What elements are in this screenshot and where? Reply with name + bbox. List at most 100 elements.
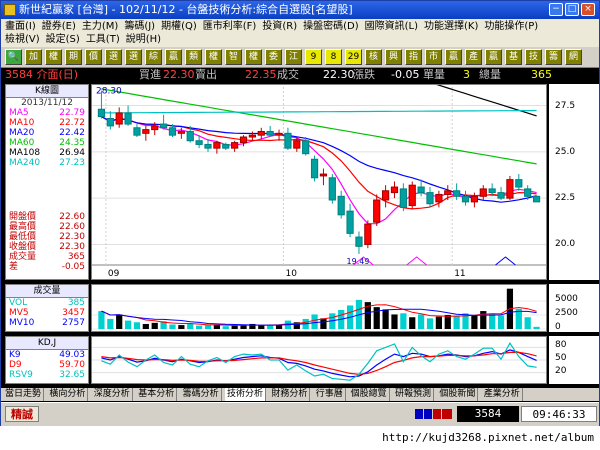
toolbar-button[interactable]: 9 [305,49,322,65]
toolbar-button[interactable]: 價 [85,49,102,65]
tab-item[interactable]: 研報預測 [393,388,435,401]
legend-row: MV5 3457 [6,308,88,318]
toolbar-button[interactable]: 選 [105,49,122,65]
axis-tick-label: 5000 [555,294,578,304]
legend-value: 26.94 [59,148,85,158]
menu-item[interactable]: 證券(E) [42,21,76,32]
toolbar-button[interactable]: 興 [385,49,402,65]
toolbar-button[interactable]: 29 [345,49,362,65]
menu-item[interactable]: 畫面(I) [5,21,36,32]
toolbar-button[interactable]: 核 [365,49,382,65]
legend-value: 49.03 [59,350,85,360]
menu-item[interactable]: 投資(R) [262,21,297,32]
current-stock-code[interactable]: 3584 [457,406,519,422]
volume-bar [426,318,434,329]
toolbar-button[interactable]: 網 [565,49,582,65]
candle-body [444,190,452,195]
ma-line-ma10 [101,116,537,210]
tab-item[interactable]: 橫向分析 [47,388,89,401]
menu-row-primary: 畫面(I) 證券(E) 主力(M) 籌碼(J) 期權(Q) 匯市利率(F) 投資(R) 操盤密… [5,20,544,33]
candle-body [426,192,434,205]
legend-row: 差 -0.05 [6,262,88,272]
menu-item[interactable]: 籌碼(J) [124,21,155,32]
menu-item[interactable]: 主力(M) [82,21,118,32]
toolbar-button[interactable]: 🔍 [5,49,22,65]
toolbar-button[interactable]: 類 [185,49,202,65]
volume-bar [187,323,194,329]
tab-item[interactable]: 個股新聞 [437,388,479,401]
toolbar-button[interactable]: 產 [465,49,482,65]
menu-item[interactable]: 期權(Q) [161,21,197,32]
menu-item[interactable]: 工具(T) [86,34,120,45]
kd-header[interactable]: KD,J [6,337,88,350]
toolbar-button[interactable]: 委 [265,49,282,65]
broker-button[interactable]: 精誠 [5,406,39,422]
high-price-label: 28.30 [96,87,122,97]
toolbar-button[interactable]: 智 [225,49,242,65]
menu-item[interactable]: 功能選擇(K) [424,21,478,32]
legend-row: 收盤價 22.30 [6,242,88,252]
toolbar-button[interactable]: 市 [425,49,442,65]
tab-item[interactable]: 產業分析 [482,388,523,401]
legend-name: MA10 [9,118,35,128]
toolbar-button[interactable]: 籌 [545,49,562,65]
close-button[interactable]: × [581,3,595,16]
candle-body [159,123,168,129]
menu-item[interactable]: 匯市利率(F) [203,21,257,32]
legend-name: VOL [9,298,28,308]
toolbar-button[interactable]: 贏 [485,49,502,65]
toolbar-button[interactable]: 期 [65,49,82,65]
menu-item[interactable]: 功能操作(P) [484,21,538,32]
menu-item[interactable]: 操盤密碼(D) [303,21,359,32]
legend-value: 24.35 [59,138,85,148]
kd-panel[interactable] [91,336,547,384]
toolbar-button[interactable]: 8 [325,49,342,65]
app-logo-icon [4,4,16,16]
menu-item[interactable]: 國際資訊(L) [365,21,418,32]
tab-item[interactable]: 當日走勢 [3,388,45,401]
toolbar-button[interactable]: 選 [125,49,142,65]
tab-item[interactable]: 行事曆 [314,388,346,401]
menu-item[interactable]: 設定(S) [46,34,80,45]
stock-code-name: 3584 介面(日) [5,68,79,81]
kline-header[interactable]: K線圖 [6,85,88,98]
toolbar-button[interactable]: 指 [405,49,422,65]
toolbar-button[interactable]: 權 [45,49,62,65]
minimize-button[interactable]: − [549,3,563,16]
toolbar-button[interactable]: 技 [525,49,542,65]
menu-item[interactable]: 檢視(V) [5,34,40,45]
toolbar-button[interactable]: 贏 [165,49,182,65]
connection-signal-icon [415,409,452,419]
kline-panel[interactable]: 09 10 11 28.30 19.49 [91,84,547,280]
toolbar-button[interactable]: 綜 [145,49,162,65]
menu-item[interactable]: 說明(H) [126,34,161,45]
signal-marker [406,256,427,266]
toolbar-button[interactable]: 贏 [445,49,462,65]
volume-header[interactable]: 成交量 [6,285,88,298]
volume-bar [124,320,132,329]
candle-body [355,236,363,247]
toolbar-button[interactable]: 權 [205,49,222,65]
legend-value: 59.70 [59,360,85,370]
toolbar-button[interactable]: 基 [505,49,522,65]
toolbar-button[interactable]: 江 [285,49,302,65]
toolbar-button[interactable]: 加 [25,49,42,65]
volume-bar [142,323,149,329]
last-label: 成交 [277,68,299,81]
title-bar[interactable]: 新世紀贏家 [台灣] - 102/11/12 - 台盤技術分析:綜合自選股[名望… [1,1,599,19]
tab-item[interactable]: 財務分析 [269,388,311,401]
volume-bar [391,314,398,329]
candle-body [186,130,194,142]
tab-item[interactable]: 深度分析 [92,388,133,401]
volume-bar [489,313,496,329]
toolbar-button[interactable]: 權 [245,49,262,65]
quote-bar: 3584 介面(日) 買進 22.30 賣出 22.35 成交 22.30 漲跌… [1,68,599,82]
candle-body [257,130,265,136]
volume-panel[interactable] [91,284,547,332]
tab-item[interactable]: 技術分析 [225,388,267,401]
tab-item[interactable]: 基本分析 [136,388,178,401]
tab-item[interactable]: 籌碼分析 [181,388,222,401]
tab-item[interactable]: 個股總覽 [349,388,390,401]
legend-value: 385 [67,298,85,308]
maximize-button[interactable]: □ [565,3,579,16]
